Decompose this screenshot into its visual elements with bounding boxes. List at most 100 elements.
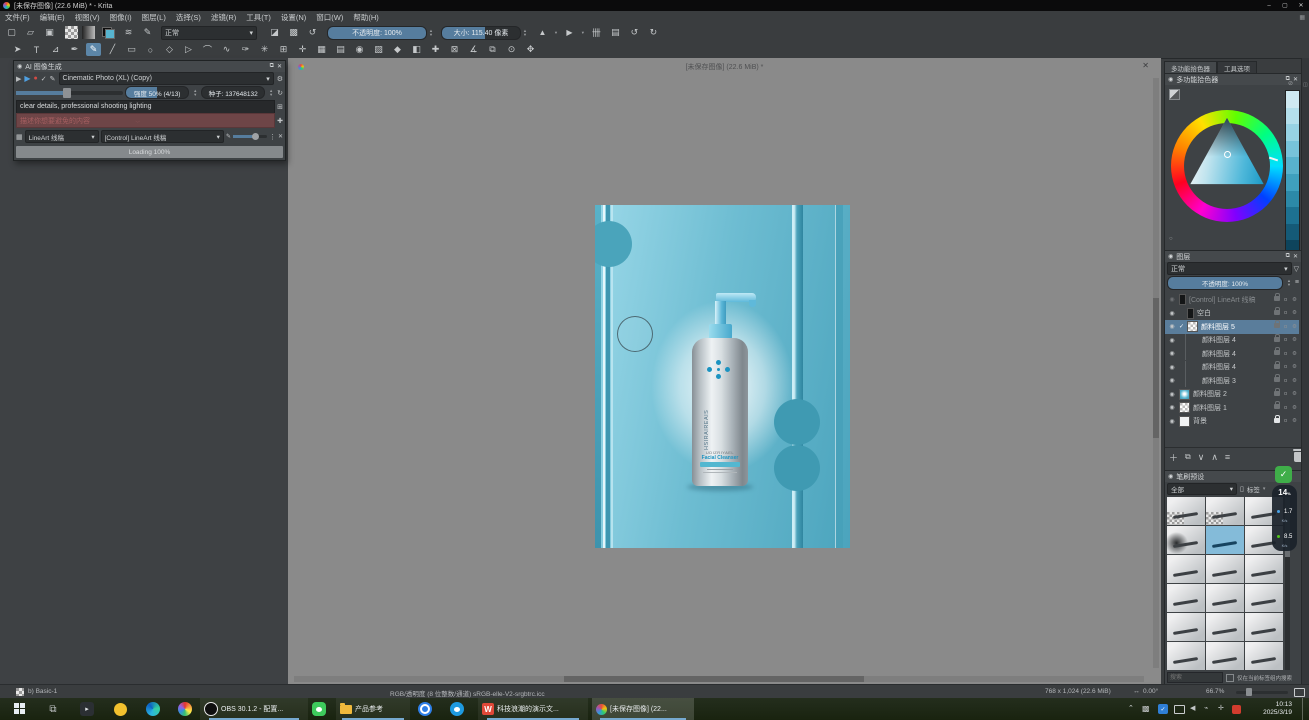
brush-preset[interactable] xyxy=(1245,555,1283,583)
strength-spin[interactable]: ▲▼ xyxy=(193,89,197,97)
negative-prompt-input[interactable]: 描述你想要避免的内容 ﹀ xyxy=(16,113,275,128)
save-document-icon[interactable]: ▣ xyxy=(42,26,57,39)
taskbar-media-icon[interactable] xyxy=(178,702,192,716)
visibility-eye-icon[interactable]: ◉ xyxy=(1165,310,1179,317)
lock-icon[interactable] xyxy=(1272,310,1281,317)
pattern-swatch[interactable] xyxy=(65,26,78,39)
tool-dynamic-brush[interactable]: ✑ xyxy=(238,43,253,56)
brush-preset[interactable] xyxy=(1167,526,1205,554)
zoom-slider[interactable] xyxy=(1236,691,1288,694)
menu-layer[interactable]: 图层(L) xyxy=(137,12,171,23)
layer-row[interactable]: ◉ 颜料图层 4 α ⚙ xyxy=(1165,347,1299,361)
lock-icon[interactable] xyxy=(1272,418,1281,425)
alpha-icon[interactable]: α xyxy=(1281,364,1290,370)
tool-freehand-path[interactable]: ∿ xyxy=(219,43,234,56)
alpha-icon[interactable]: α xyxy=(1281,418,1290,424)
layer-row[interactable]: ◉ 颜料图层 1 α ⚙ xyxy=(1165,401,1299,415)
visibility-eye-icon[interactable]: ◉ xyxy=(1165,350,1179,357)
layer-settings-icon[interactable]: ⚙ xyxy=(1290,391,1299,397)
layer-row[interactable]: ◉ 颜料图层 3 α ⚙ xyxy=(1165,374,1299,388)
seed-spin[interactable]: ▲▼ xyxy=(269,89,273,97)
visibility-eye-icon[interactable]: ◉ xyxy=(1165,404,1179,411)
layer-settings-icon[interactable]: ⚙ xyxy=(1290,324,1299,330)
add-layer-button[interactable]: ＋ xyxy=(1169,451,1178,464)
lock-icon[interactable] xyxy=(1272,323,1281,330)
tool-move[interactable]: ✛ xyxy=(295,43,310,56)
layer-row[interactable]: ◉ 背景 α ⚙ xyxy=(1165,415,1299,429)
zoom-level-label[interactable]: 66.7% xyxy=(1206,688,1224,695)
start-button[interactable] xyxy=(14,703,25,714)
close-button[interactable]: ✕ xyxy=(1293,1,1309,11)
tool-freehand-brush[interactable]: ✎ xyxy=(86,43,101,56)
randomize-seed-icon[interactable]: ↻ xyxy=(277,89,283,97)
strength-slider[interactable] xyxy=(16,91,123,95)
tool-pan[interactable]: ✥ xyxy=(523,43,538,56)
tool-edit-shapes[interactable]: ⊿ xyxy=(48,43,63,56)
tool-calligraphy[interactable]: ✒ xyxy=(67,43,82,56)
lock-icon[interactable] xyxy=(1272,391,1281,398)
brush-search-input[interactable] xyxy=(1167,672,1223,683)
style-dropdown[interactable]: Cinematic Photo (XL) (Copy) ▾ xyxy=(59,72,274,85)
pin-icon[interactable]: ◫ xyxy=(1303,82,1308,88)
mirror-h-options[interactable]: ▼ xyxy=(554,31,558,35)
tool-zoom[interactable]: ⊙ xyxy=(504,43,519,56)
tray-pin-icon[interactable]: ✛ xyxy=(1218,704,1224,712)
layer-options-icon[interactable]: ≡ xyxy=(1295,279,1299,286)
size-spin[interactable]: ▲▼ xyxy=(523,29,527,37)
blend-mode-dropdown[interactable]: 正常 ▾ xyxy=(161,26,257,40)
tray-expand-chevron[interactable]: ⌃ xyxy=(1128,704,1134,712)
open-document-icon[interactable]: ▱ xyxy=(23,26,38,39)
layer-settings-icon[interactable]: ⚙ xyxy=(1290,297,1299,303)
layer-row[interactable]: ◉ 空白 α ⚙ xyxy=(1165,307,1299,321)
strength-field[interactable]: 强度 50% (4/13) xyxy=(125,86,189,99)
layer-settings-icon[interactable]: ⚙ xyxy=(1290,351,1299,357)
layer-settings-icon[interactable]: ⚙ xyxy=(1290,405,1299,411)
tray-clock[interactable]: 10:13 2025/3/19 xyxy=(1246,701,1292,717)
menu-window[interactable]: 窗口(W) xyxy=(311,12,348,23)
lock-icon[interactable] xyxy=(1272,364,1281,371)
tags-dropdown-icon[interactable]: ▾ xyxy=(1263,486,1266,492)
menu-filter[interactable]: 滤镜(R) xyxy=(206,12,241,23)
layer-opacity-spin[interactable]: ▲▼ xyxy=(1287,279,1291,287)
tool-assistants[interactable]: ⊠ xyxy=(447,43,462,56)
mirror-horizontal-icon[interactable]: ▲ xyxy=(535,26,550,39)
tool-polyline[interactable]: ▷ xyxy=(181,43,196,56)
queue-button[interactable]: ▶ xyxy=(16,75,21,83)
visibility-eye-icon[interactable]: ◉ xyxy=(1165,377,1179,384)
apply-button[interactable]: ✓ xyxy=(41,75,47,83)
tool-polygon[interactable]: ◇ xyxy=(162,43,177,56)
gradient-editor-icon[interactable]: ≋ xyxy=(121,26,136,39)
opacity-slider[interactable]: 不透明度: 100% xyxy=(327,26,427,40)
control-menu-icon[interactable]: ⋮ xyxy=(269,133,276,141)
color-history-icon[interactable]: ○ xyxy=(1169,236,1173,242)
tool-smart-patch[interactable]: ✚ xyxy=(428,43,443,56)
brush-size-slider[interactable]: 大小: 115.40 像素 xyxy=(441,26,521,40)
taskbar-app-icon[interactable] xyxy=(114,703,127,716)
visibility-eye-icon[interactable]: ◉ xyxy=(1165,364,1179,371)
color-settings-button[interactable] xyxy=(1169,89,1180,100)
edit-button[interactable]: ✎ xyxy=(50,75,56,83)
edge-browser-icon[interactable] xyxy=(146,702,160,716)
gradient-swatch[interactable] xyxy=(82,26,95,39)
control-edit-icon[interactable]: ✎ xyxy=(226,133,231,140)
taskbar-app-icon[interactable]: ▸ xyxy=(80,702,94,716)
mirror-v-options[interactable]: ▼ xyxy=(581,31,585,35)
brush-preset[interactable] xyxy=(1167,584,1205,612)
taskbar-doc-button[interactable]: W 科技浪潮的演示文... xyxy=(478,698,588,720)
brush-filter-dropdown[interactable]: 全部 ▾ xyxy=(1167,483,1237,495)
layer-settings-icon[interactable]: ⚙ xyxy=(1290,378,1299,384)
tool-ellipse[interactable]: ○ xyxy=(143,43,158,56)
taskbar-player-icon[interactable] xyxy=(418,702,432,716)
ai-docker-header[interactable]: ◉ AI 图像生成 ⧉ ✕ xyxy=(14,61,285,72)
menu-help[interactable]: 帮助(H) xyxy=(348,12,383,23)
prompt-input[interactable]: clear details, professional shooting lig… xyxy=(16,100,275,114)
brush-preset[interactable] xyxy=(1206,642,1244,670)
tray-icon-apps[interactable]: ▩ xyxy=(1142,704,1150,713)
wraparound-icon[interactable]: 卌 xyxy=(589,26,604,39)
fg-bg-colors[interactable] xyxy=(101,26,115,39)
control-type-dropdown[interactable]: LineArt 线稿 ▾ xyxy=(25,130,99,143)
alpha-icon[interactable]: α xyxy=(1281,405,1290,411)
lock-icon[interactable] xyxy=(1272,296,1281,303)
visibility-eye-icon[interactable]: ◉ xyxy=(1165,418,1179,425)
brush-preset[interactable] xyxy=(1167,555,1205,583)
